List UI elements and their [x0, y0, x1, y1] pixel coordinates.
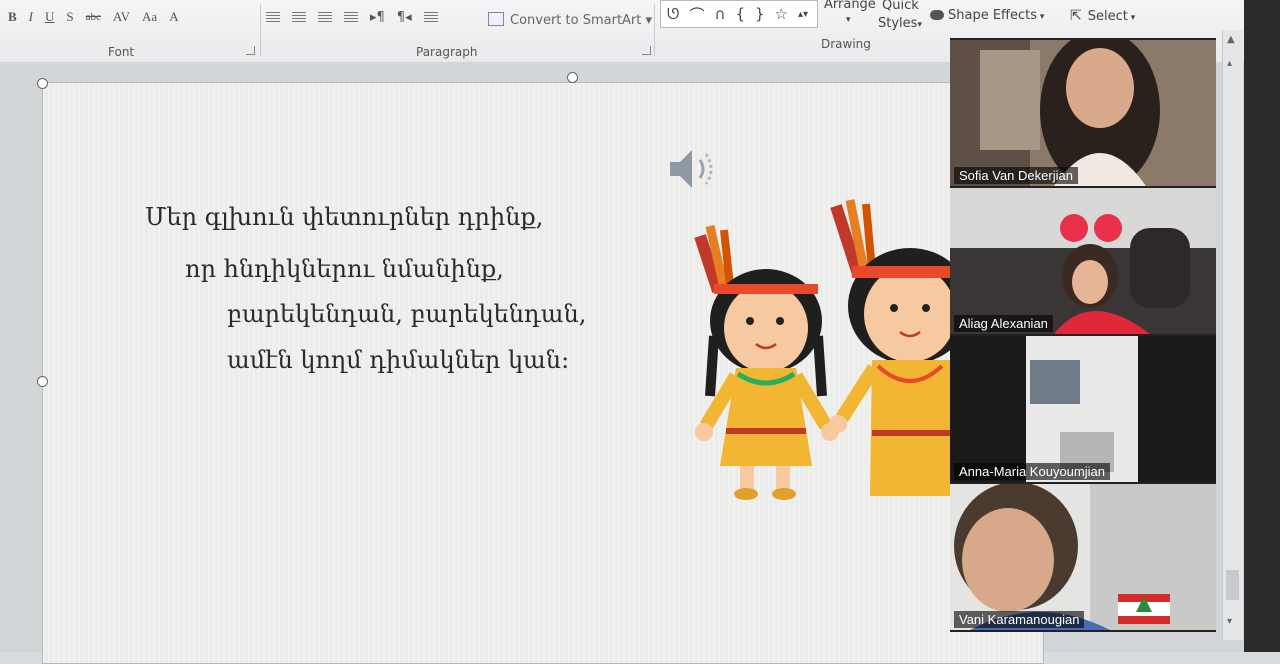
shape-effects-label: Shape Effects — [948, 8, 1038, 23]
scrollbar-thumb[interactable] — [1226, 570, 1239, 600]
brace-right-icon[interactable]: } — [755, 5, 765, 23]
columns-icon[interactable] — [423, 12, 438, 22]
font-dialog-launcher-icon[interactable] — [246, 46, 255, 55]
select-button[interactable]: ⇱ Select ▾ — [1070, 8, 1135, 24]
chevron-down-icon: ▾ — [1037, 12, 1045, 22]
resize-handle[interactable] — [37, 78, 48, 89]
shape-effects-button[interactable]: Shape Effects ▾ — [930, 8, 1044, 23]
chevron-down-icon: ▾ — [917, 20, 922, 30]
participant-video — [950, 484, 1216, 630]
participant-tile[interactable]: Aliag Alexanian — [950, 188, 1216, 334]
participant-video — [950, 40, 1216, 186]
participant-video — [950, 336, 1216, 482]
scroll-down-icon[interactable]: ▾ — [1227, 616, 1232, 627]
strikethrough-button[interactable]: abc — [86, 11, 101, 23]
screen-edge — [1244, 0, 1280, 652]
scroll-up-icon[interactable]: ▴ — [1227, 58, 1232, 69]
select-label: Select — [1087, 9, 1128, 24]
align-center-icon[interactable] — [292, 12, 306, 22]
participant-tile[interactable]: Sofia Van Dekerjian — [950, 40, 1216, 186]
chevron-down-icon: ▾ — [645, 13, 653, 28]
participant-tile-active[interactable]: Vani Karamanougian — [950, 484, 1216, 630]
ltr-icon[interactable]: ▸¶ — [370, 10, 385, 25]
participant-name: Aliag Alexanian — [954, 315, 1053, 332]
chevron-down-icon: ▾ — [1127, 13, 1136, 23]
convert-smartart-label: Convert to SmartArt — [510, 13, 642, 28]
ribbon-divider — [260, 4, 261, 56]
arrange-label: Arrange — [824, 0, 876, 12]
smartart-icon — [488, 12, 504, 26]
font-color-button[interactable]: A — [169, 9, 178, 25]
brace-left-icon[interactable]: { — [735, 5, 745, 23]
verse-line-4: ամէն կողմ դիմակներ կան: — [227, 346, 570, 374]
resize-handle[interactable] — [37, 376, 48, 387]
convert-smartart-button[interactable]: Convert to SmartArt ▾ — [488, 12, 652, 28]
participant-name: Sofia Van Dekerjian — [954, 167, 1078, 184]
star-shape-icon[interactable]: ☆ — [775, 5, 788, 23]
justify-icon[interactable] — [344, 12, 358, 22]
paragraph-dialog-launcher-icon[interactable] — [642, 46, 651, 55]
verse-line-3: բարեկենդան, բարեկենդան, — [227, 300, 587, 328]
quick-styles-label-2: Styles — [878, 16, 918, 31]
align-right-icon[interactable] — [318, 12, 332, 22]
speaker-icon[interactable] — [668, 146, 720, 196]
arc-shape-icon[interactable]: ⌒ — [689, 4, 704, 25]
character-spacing-button[interactable]: AV — [113, 9, 130, 25]
quick-styles-button[interactable]: Quick Styles▾ — [878, 0, 922, 34]
align-left-icon[interactable] — [266, 12, 280, 22]
participant-tile[interactable]: Anna-Maria Kouyoumjian — [950, 336, 1216, 482]
quick-styles-label-1: Quick — [882, 0, 919, 13]
shape-effects-icon — [930, 10, 944, 20]
freeform-shape-icon[interactable]: ᘎ — [667, 5, 679, 23]
curve-shape-icon[interactable]: ∩ — [714, 5, 725, 23]
rtl-icon[interactable]: ¶◂ — [397, 10, 412, 25]
video-participants-panel: Sofia Van Dekerjian Aliag Alexanian Anna… — [950, 38, 1216, 632]
shadow-button[interactable]: S — [66, 9, 73, 25]
font-toolbar: B I U S abc AV Aa A — [8, 6, 191, 28]
paragraph-toolbar: ▸¶ ¶◂ — [266, 6, 450, 28]
cursor-icon: ⇱ — [1070, 8, 1082, 24]
arrange-button[interactable]: Arrange ▾ — [824, 0, 876, 25]
chevron-up-icon[interactable]: ▲ — [1227, 34, 1235, 45]
shapes-gallery[interactable]: ᘎ ⌒ ∩ { } ☆ ▴▾ — [660, 0, 818, 28]
change-case-button[interactable]: Aa — [142, 9, 157, 25]
native-kids-illustration — [680, 196, 980, 510]
rotate-handle[interactable] — [567, 72, 578, 83]
verse-line-2: որ հնդիկներու նմանինք, — [185, 255, 504, 283]
underline-button[interactable]: U — [45, 9, 54, 25]
italic-button[interactable]: I — [29, 9, 33, 25]
participant-name: Vani Karamanougian — [954, 611, 1085, 628]
chevron-down-icon: ▾ — [846, 15, 851, 25]
verse-line-1: Մեր գլխուն փետուրներ դրինք, — [145, 203, 544, 231]
paragraph-group-label: Paragraph — [416, 45, 478, 59]
participant-name: Anna-Maria Kouyoumjian — [954, 463, 1110, 480]
vertical-scrollbar[interactable]: ▲ ▴ ▾ — [1222, 30, 1243, 640]
participant-video — [950, 188, 1216, 334]
ribbon-divider — [654, 4, 655, 56]
drawing-group-label: Drawing — [821, 37, 871, 51]
font-group-label: Font — [108, 45, 135, 59]
bold-button[interactable]: B — [8, 9, 17, 25]
gallery-scroll-icon[interactable]: ▴▾ — [798, 9, 808, 20]
